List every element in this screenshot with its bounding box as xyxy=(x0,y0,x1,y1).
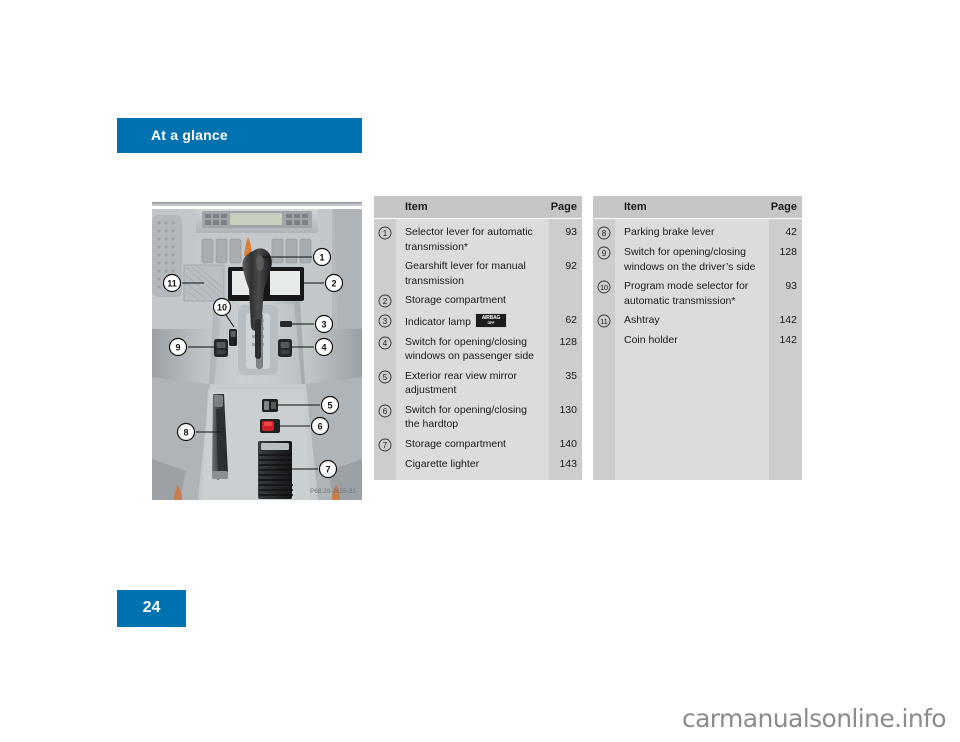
table-row[interactable]: 9 Switch for opening/closing windows on … xyxy=(593,245,802,274)
row-page[interactable]: 128 xyxy=(773,245,797,260)
svg-text:7: 7 xyxy=(325,465,330,475)
section-header-bar: At a glance xyxy=(117,118,362,153)
row-label: Switch for opening/closing the hardtop xyxy=(405,403,527,431)
svg-text:8: 8 xyxy=(183,428,188,438)
row-page[interactable]: 142 xyxy=(773,333,797,348)
table-row[interactable]: Coin holder 142 xyxy=(593,333,802,348)
page-title: At a glance xyxy=(151,127,228,143)
center-console-photo: 1 2 3 4 5 6 7 8 9 10 11 xyxy=(152,209,362,500)
svg-text:6: 6 xyxy=(383,407,388,416)
svg-text:9: 9 xyxy=(175,343,180,353)
row-label: Storage compartment xyxy=(405,437,506,450)
svg-text:1: 1 xyxy=(383,229,388,238)
callout-marker-2: 2 xyxy=(377,294,393,308)
table-body: 1 Selector lever for automatic transmiss… xyxy=(374,219,582,480)
svg-text:10: 10 xyxy=(600,285,608,292)
svg-text:3: 3 xyxy=(321,320,326,330)
row-label: Cigarette lighter xyxy=(405,457,480,470)
row-page[interactable]: 130 xyxy=(553,403,577,418)
svg-text:5: 5 xyxy=(327,401,332,411)
column-header-page: Page xyxy=(770,201,797,213)
svg-text:10: 10 xyxy=(217,303,227,313)
svg-text:3: 3 xyxy=(383,317,388,326)
table-row[interactable]: 3 Indicator lamp AIRBAG OFF 62 xyxy=(374,313,582,330)
callout-marker-9: 9 xyxy=(596,246,612,260)
row-page[interactable]: 93 xyxy=(773,279,797,294)
callout-marker-8: 8 xyxy=(596,226,612,240)
airbag-badge-bottom: OFF xyxy=(487,321,495,325)
callout-marker-10: 10 xyxy=(596,280,612,294)
reference-table-left: Item Page 1 Selector lever for automatic… xyxy=(374,196,582,480)
table-body: 8 Parking brake lever 42 9 Switch for op… xyxy=(593,219,802,480)
row-label: Parking brake lever xyxy=(624,226,715,238)
table-row[interactable]: Gearshift lever for manual transmission … xyxy=(374,259,582,288)
table-row[interactable]: 2 Storage compartment xyxy=(374,293,582,308)
svg-text:11: 11 xyxy=(600,319,607,326)
row-label: Storage compartment xyxy=(405,294,506,306)
svg-text:1: 1 xyxy=(319,253,324,263)
svg-text:8: 8 xyxy=(602,229,607,238)
callout-marker-11: 11 xyxy=(596,314,612,328)
table-row[interactable]: Cigarette lighter 143 xyxy=(374,457,582,472)
table-row[interactable]: 10 Program mode selector for automatic t… xyxy=(593,279,802,308)
callout-marker-3: 3 xyxy=(377,314,393,328)
row-page[interactable]: 143 xyxy=(553,457,577,472)
row-label: Exterior rear view mirror adjustment xyxy=(405,369,518,397)
page-number: 24 xyxy=(142,599,161,616)
table-row[interactable]: 4 Switch for opening/closing windows on … xyxy=(374,335,582,364)
callout-marker-7: 7 xyxy=(377,438,393,452)
row-label-text: Indicator lamp xyxy=(405,316,471,328)
airbag-off-icon: AIRBAG OFF xyxy=(474,313,507,328)
table-row[interactable]: 11 Ashtray 142 xyxy=(593,313,802,328)
table-row[interactable]: 1 Selector lever for automatic transmiss… xyxy=(374,225,582,254)
row-label: Ashtray xyxy=(624,314,660,326)
svg-text:6: 6 xyxy=(317,422,322,432)
svg-text:4: 4 xyxy=(383,339,388,348)
callout-marker-6: 6 xyxy=(377,404,393,418)
row-label: Switch for opening/closing windows on pa… xyxy=(405,335,534,363)
row-label: Selector lever for automatic transmissio… xyxy=(405,226,533,253)
svg-text:7: 7 xyxy=(383,441,388,450)
svg-text:4: 4 xyxy=(321,343,326,353)
row-label: Gearshift lever for manual transmission xyxy=(405,260,526,287)
row-page[interactable]: 35 xyxy=(553,369,577,384)
svg-text:2: 2 xyxy=(383,297,388,306)
column-header-item: Item xyxy=(624,201,647,213)
svg-text:5: 5 xyxy=(383,373,388,382)
row-page[interactable]: 140 xyxy=(553,437,577,452)
figure-center-console: 1 2 3 4 5 6 7 8 9 10 11 P68.20-2655-31 xyxy=(152,202,362,500)
table-row[interactable]: 6 Switch for opening/closing the hardtop… xyxy=(374,403,582,432)
column-header-page: Page xyxy=(550,201,577,213)
site-watermark: carmanualsonline.info xyxy=(681,704,947,733)
table-row[interactable]: 5 Exterior rear view mirror adjustment 3… xyxy=(374,369,582,398)
row-label: Program mode selector for automatic tran… xyxy=(624,280,749,307)
row-page[interactable]: 93 xyxy=(553,225,577,240)
callout-marker-5: 5 xyxy=(377,370,393,384)
column-header-item: Item xyxy=(405,201,428,213)
figure-reference-code: P68.20-2655-31 xyxy=(310,489,356,495)
row-page[interactable]: 142 xyxy=(773,313,797,328)
row-page[interactable]: 92 xyxy=(553,259,577,274)
row-label: Coin holder xyxy=(624,334,678,346)
row-page[interactable]: 128 xyxy=(553,335,577,350)
row-page[interactable]: 62 xyxy=(553,313,577,328)
row-label: Indicator lamp AIRBAG OFF xyxy=(405,313,540,330)
svg-text:2: 2 xyxy=(331,279,336,289)
page-number-block: 24 xyxy=(117,590,186,627)
row-label: Switch for opening/closing windows on th… xyxy=(624,246,756,273)
callout-marker-4: 4 xyxy=(377,336,393,350)
callout-marker-1: 1 xyxy=(377,226,393,240)
reference-table-right: Item Page 8 Parking brake lever 42 9 Swi… xyxy=(593,196,802,480)
svg-text:9: 9 xyxy=(602,249,607,258)
table-row[interactable]: 8 Parking brake lever 42 xyxy=(593,225,802,240)
row-page[interactable]: 42 xyxy=(773,225,797,240)
svg-text:11: 11 xyxy=(167,279,177,289)
table-row[interactable]: 7 Storage compartment 140 xyxy=(374,437,582,452)
